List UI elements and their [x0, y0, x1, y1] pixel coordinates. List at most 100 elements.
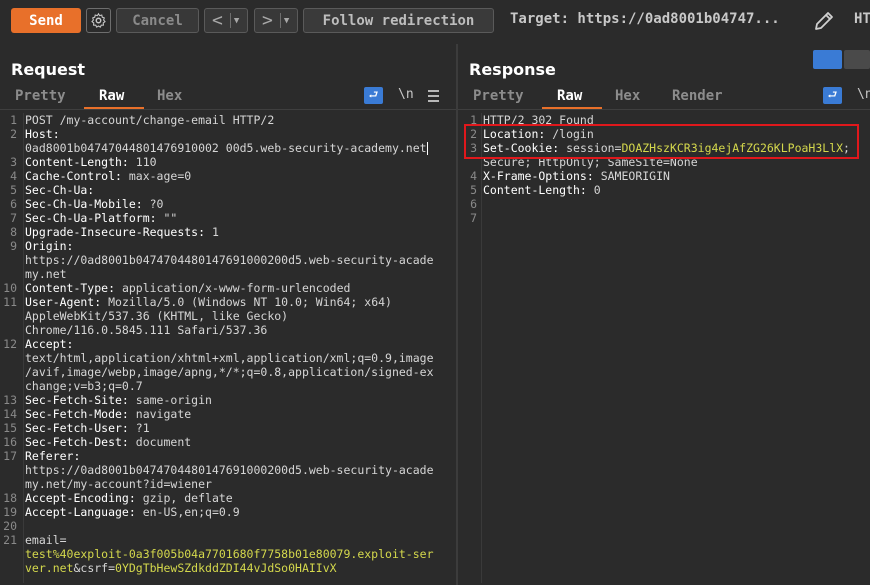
wrap-lines-icon[interactable]: ⮐: [364, 87, 383, 104]
code-text: text/html,application/xhtml+xml,applicat…: [25, 351, 434, 365]
line-number: 6: [470, 197, 477, 211]
code-line: https://0ad8001b0474704480147691000200d5…: [25, 253, 434, 267]
header-name: Sec-Fetch-Mode:: [25, 407, 129, 421]
code-line: User-Agent: Mozilla/5.0 (Windows NT 10.0…: [25, 295, 392, 309]
code-text: Chrome/116.0.5845.111 Safari/537.36: [25, 323, 268, 337]
code-text: POST /my-account/change-email HTTP/2: [25, 113, 275, 127]
line-number: 20: [3, 519, 17, 533]
line-number: 21: [3, 533, 17, 547]
newline-icon[interactable]: \n: [398, 87, 414, 102]
line-number: 1: [10, 113, 17, 127]
side-by-side-layout-icon[interactable]: [813, 50, 842, 69]
header-value: ?1: [128, 421, 150, 435]
line-number: 15: [3, 421, 17, 435]
settings-button[interactable]: [86, 8, 111, 33]
code-line: Content-Length: 0: [483, 183, 601, 197]
chevron-left-icon: <: [212, 9, 223, 31]
header-name: Sec-Fetch-Dest:: [25, 435, 129, 449]
header-name: Accept-Language:: [25, 505, 136, 519]
param-value: ver.net: [25, 561, 74, 575]
line-number: 4: [10, 169, 17, 183]
header-name: X-Frame-Options:: [483, 169, 594, 183]
header-name: Sec-Fetch-Site:: [25, 393, 129, 407]
code-line: Sec-Fetch-User: ?1: [25, 421, 150, 435]
request-title: Request: [11, 60, 86, 79]
tabs-divider: [458, 109, 870, 110]
code-line: Sec-Fetch-Site: same-origin: [25, 393, 212, 407]
line-number: 5: [10, 183, 17, 197]
code-line: Accept-Encoding: gzip, deflate: [25, 491, 233, 505]
line-number: 18: [3, 491, 17, 505]
code-text: my.net: [25, 267, 67, 281]
back-button[interactable]: < ▼: [204, 8, 248, 33]
header-name: Cache-Control:: [25, 169, 122, 183]
code-line: Origin:: [25, 239, 73, 253]
header-value: 1: [205, 225, 219, 239]
response-gutter-line: [481, 113, 482, 583]
line-number: 8: [10, 225, 17, 239]
code-line: Cache-Control: max-age=0: [25, 169, 191, 183]
code-line: Sec-Ch-Ua-Mobile: ?0: [25, 197, 163, 211]
menu-icon[interactable]: [428, 90, 439, 105]
header-value: 110: [128, 155, 157, 169]
newline-icon[interactable]: \n: [857, 87, 870, 102]
header-name: Sec-Ch-Ua:: [25, 183, 95, 197]
code-line: my.net: [25, 267, 67, 281]
header-value: navigate: [128, 407, 192, 421]
code-line: Content-Type: application/x-www-form-url…: [25, 281, 350, 295]
dropdown-arrow-icon[interactable]: ▼: [234, 16, 244, 26]
code-text: change;v=b3;q=0.7: [25, 379, 143, 393]
code-line: Sec-Ch-Ua-Platform: "": [25, 211, 177, 225]
header-name: Sec-Ch-Ua-Mobile:: [25, 197, 143, 211]
code-text: https://0ad8001b0474704480147691000200d5…: [25, 463, 434, 477]
code-line: Sec-Fetch-Mode: navigate: [25, 407, 191, 421]
line-number: 9: [10, 239, 17, 253]
line-number: 3: [10, 155, 17, 169]
follow-redirection-button[interactable]: Follow redirection: [303, 8, 494, 33]
layout-toggle[interactable]: [813, 50, 870, 69]
tab-response-pretty[interactable]: Pretty: [473, 88, 524, 104]
panel-divider[interactable]: [456, 44, 458, 585]
send-button[interactable]: Send: [11, 8, 81, 33]
header-value: 0: [586, 183, 601, 197]
tab-request-raw[interactable]: Raw: [99, 88, 124, 104]
response-title: Response: [469, 60, 556, 79]
header-value: Mozilla/5.0 (Windows NT 10.0; Win64; x64…: [101, 295, 392, 309]
tab-response-raw[interactable]: Raw: [557, 88, 582, 104]
code-line: POST /my-account/change-email HTTP/2: [25, 113, 274, 127]
code-line: Upgrade-Insecure-Requests: 1: [25, 225, 219, 239]
line-number: 17: [3, 449, 17, 463]
line-number: 2: [10, 127, 17, 141]
header-name: Sec-Ch-Ua-Platform:: [25, 211, 157, 225]
code-text: /avif,image/webp,image/apng,*/*;q=0.8,ap…: [25, 365, 434, 379]
text-cursor: [426, 142, 428, 155]
line-number: 6: [10, 197, 17, 211]
code-line: Accept:: [25, 337, 73, 351]
header-name: User-Agent:: [25, 295, 102, 309]
line-number: 12: [3, 337, 17, 351]
code-line: Content-Length: 110: [25, 155, 157, 169]
wrap-lines-icon[interactable]: ⮐: [823, 87, 842, 104]
code-line: X-Frame-Options: SAMEORIGIN: [483, 169, 670, 183]
forward-button[interactable]: > ▼: [254, 8, 298, 33]
tab-request-hex[interactable]: Hex: [157, 88, 182, 104]
code-line: Sec-Fetch-Dest: document: [25, 435, 191, 449]
line-number: 5: [470, 183, 477, 197]
tab-response-hex[interactable]: Hex: [615, 88, 640, 104]
header-value: en-US,en;q=0.9: [135, 505, 240, 519]
tab-request-pretty[interactable]: Pretty: [15, 88, 66, 104]
header-value: SAMEORIGIN: [593, 169, 670, 183]
dropdown-arrow-icon[interactable]: ▼: [284, 16, 294, 26]
param-name: email=: [25, 533, 67, 547]
tab-response-render[interactable]: Render: [672, 88, 723, 104]
pencil-icon[interactable]: [812, 9, 836, 33]
cancel-button[interactable]: Cancel: [116, 8, 199, 33]
code-text: AppleWebKit/537.36 (KHTML, like Gecko): [25, 309, 289, 323]
code-line: Sec-Ch-Ua:: [25, 183, 94, 197]
code-line: https://0ad8001b0474704480147691000200d5…: [25, 463, 434, 477]
line-number: 10: [3, 281, 17, 295]
stacked-layout-icon[interactable]: [844, 50, 870, 69]
code-line: Referer:: [25, 449, 80, 463]
line-number: 13: [3, 393, 17, 407]
header-value: same-origin: [128, 393, 212, 407]
